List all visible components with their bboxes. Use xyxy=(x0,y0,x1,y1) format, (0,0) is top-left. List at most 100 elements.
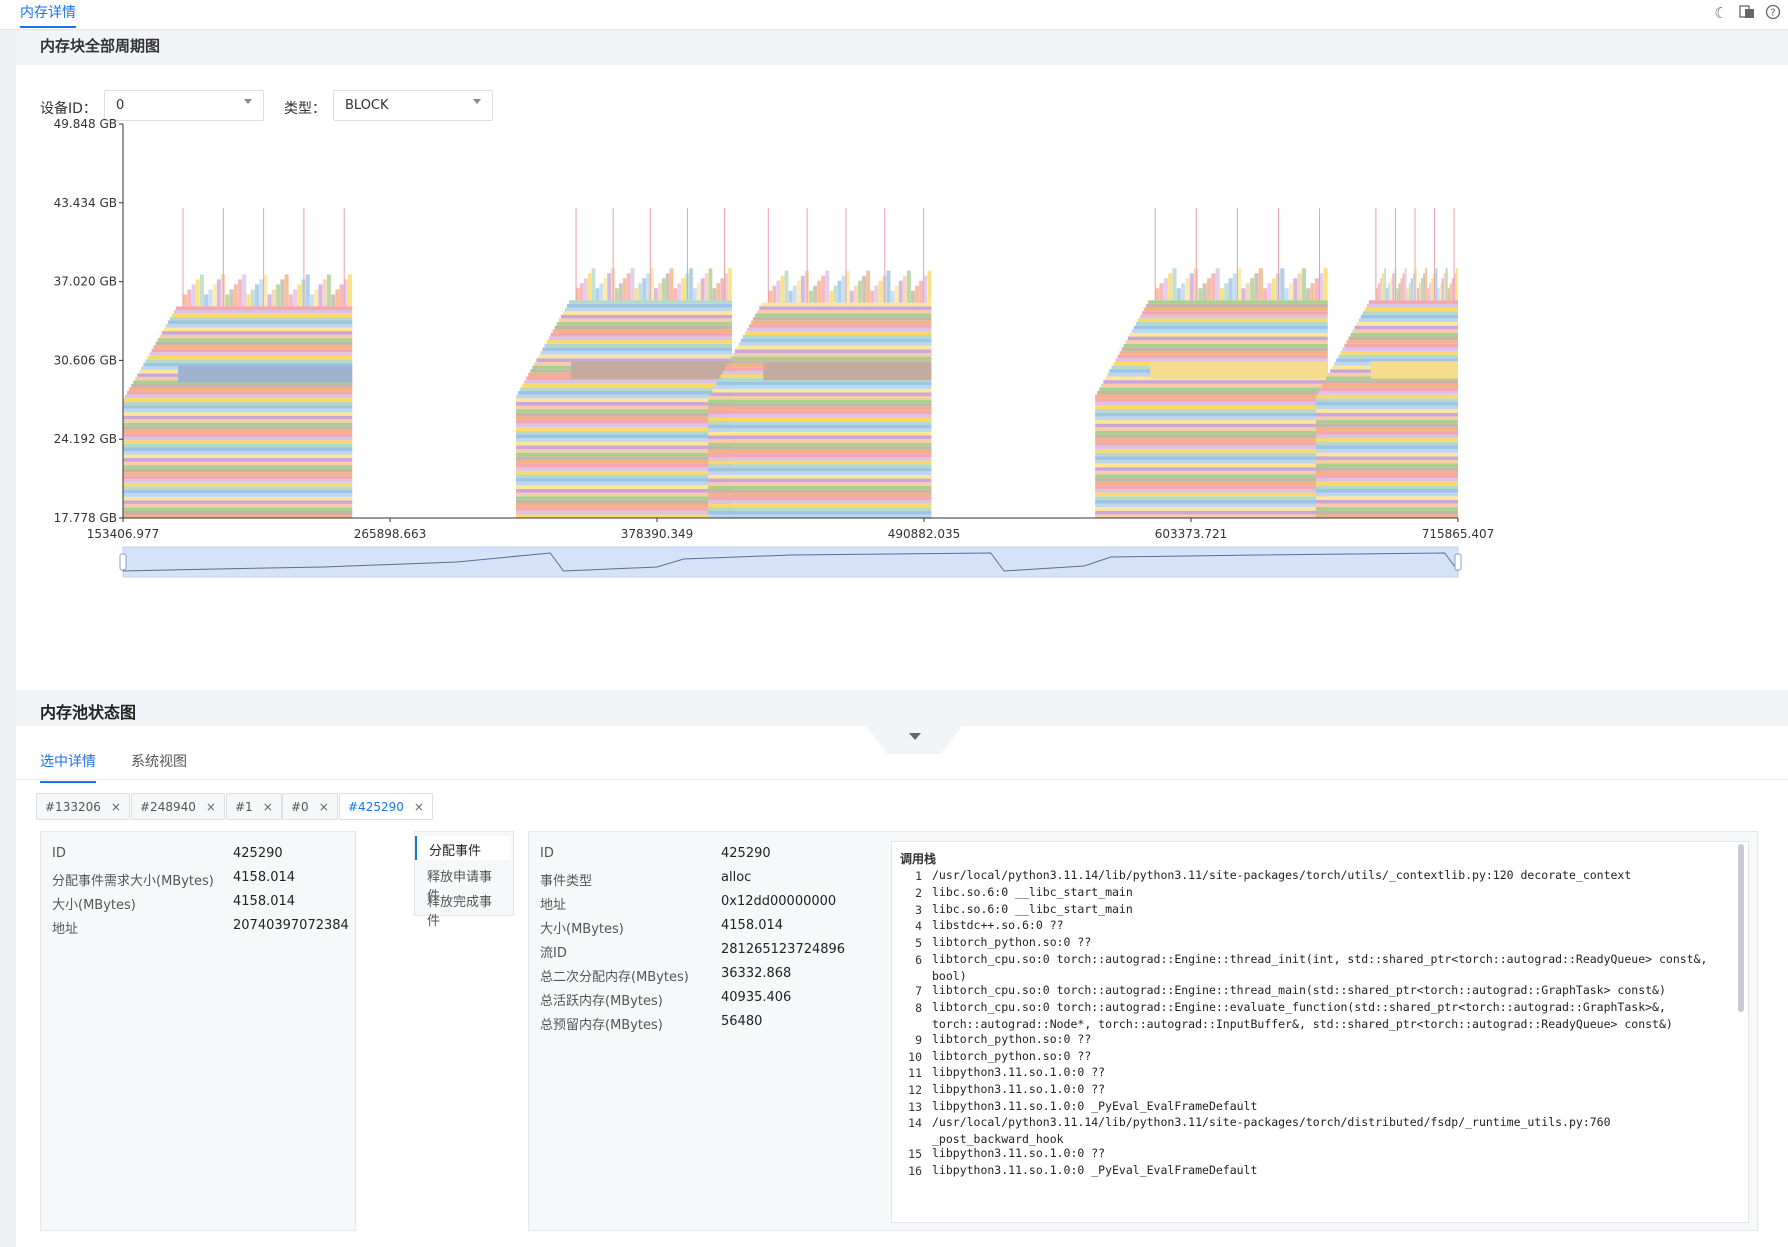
event-key: 总二次分配内存(MBytes) xyxy=(540,970,689,985)
memory-band-fringe xyxy=(579,283,584,301)
event-free-request[interactable]: 释放申请事件 xyxy=(415,862,511,904)
block-chip[interactable]: #133206 × xyxy=(36,793,130,820)
memory-band xyxy=(516,514,733,518)
tab-system-view[interactable]: 系统视图 xyxy=(131,751,187,781)
translate-icon[interactable] xyxy=(1738,4,1756,22)
memory-band-fringe xyxy=(915,285,919,303)
memory-band xyxy=(123,433,353,437)
top-bar: 内存详情 ☾ ? xyxy=(0,0,1788,30)
memory-band xyxy=(1095,434,1328,439)
memory-band-fringe xyxy=(229,289,234,307)
memory-band xyxy=(123,454,353,459)
memory-band-fringe xyxy=(809,290,813,303)
y-tick-label: 49.848 GB xyxy=(54,117,117,131)
memory-band xyxy=(123,405,353,409)
memory-band-fringe xyxy=(1206,278,1212,301)
close-icon[interactable]: × xyxy=(206,800,216,814)
memory-band xyxy=(123,486,353,490)
memory-block-highlight xyxy=(763,363,932,381)
memory-band xyxy=(516,481,733,486)
memory-band-fringe xyxy=(866,270,871,303)
memory-band-fringe xyxy=(199,274,204,307)
memory-band xyxy=(1354,325,1458,330)
memory-band-fringe xyxy=(661,278,666,301)
memory-band-fringe xyxy=(825,270,830,303)
memory-band-fringe xyxy=(1451,278,1454,301)
moon-icon[interactable]: ☾ xyxy=(1712,4,1730,22)
memory-band xyxy=(516,492,733,497)
lifecycle-chart[interactable]: 49.848 GB 43.434 GB 37.020 GB 30.606 GB 24.1… xyxy=(16,65,1788,690)
block-chip[interactable]: #1 × xyxy=(226,793,282,820)
memory-band xyxy=(518,390,733,395)
memory-band xyxy=(1315,430,1458,435)
memory-band xyxy=(548,336,733,341)
memory-band-fringe xyxy=(1284,288,1289,301)
collapse-toggle[interactable] xyxy=(866,726,962,754)
memory-band-fringe xyxy=(1280,268,1285,301)
memory-band-fringe xyxy=(314,289,319,307)
close-icon[interactable]: × xyxy=(263,800,273,814)
memory-band xyxy=(169,316,353,321)
memory-band-fringe xyxy=(1241,288,1246,301)
memory-band xyxy=(751,320,932,325)
callstack-panel[interactable]: 调用栈 1/usr/local/python3.11.14/lib/python… xyxy=(891,841,1749,1223)
x-tick-label: 378390.349 xyxy=(621,527,694,541)
callstack-line-number: 11 xyxy=(908,1066,922,1080)
block-chip-active[interactable]: #425290 × xyxy=(339,793,433,820)
close-icon[interactable]: × xyxy=(414,800,424,814)
memory-band-fringe xyxy=(665,273,670,301)
memory-band xyxy=(1366,303,1458,308)
memory-band xyxy=(1095,420,1328,424)
app-root: 内存详情 ☾ ? 内存块全部周期图 设备ID： 0 类型： BLOCK 49.8… xyxy=(0,0,1788,1247)
memory-band-fringe xyxy=(1392,273,1395,301)
event-free-complete[interactable]: 释放完成事件 xyxy=(415,887,511,929)
memory-band-fringe xyxy=(1224,283,1229,301)
close-icon[interactable]: × xyxy=(111,800,121,814)
callstack-line-number: 9 xyxy=(915,1033,922,1047)
event-key: 地址 xyxy=(540,898,567,913)
event-key: 总预留内存(MBytes) xyxy=(540,1018,663,1033)
memory-band xyxy=(516,470,733,475)
memory-band-fringe xyxy=(1185,278,1190,301)
memory-band xyxy=(123,401,353,406)
memory-band-fringe xyxy=(183,294,188,307)
memory-band-fringe xyxy=(673,288,678,301)
memory-band xyxy=(708,431,932,436)
memory-band xyxy=(1123,343,1328,348)
close-icon[interactable]: × xyxy=(319,800,329,814)
memory-band xyxy=(516,434,733,439)
memory-band-fringe xyxy=(1435,268,1438,301)
memory-band xyxy=(1097,390,1328,395)
memory-band-fringe xyxy=(309,294,314,307)
memory-band xyxy=(123,465,353,469)
pool-title: 内存池状态图 xyxy=(40,703,137,722)
memory-band xyxy=(708,424,932,429)
memory-band-fringe xyxy=(681,278,686,301)
memory-band xyxy=(1101,383,1328,388)
memory-band-fringe xyxy=(1155,288,1160,301)
memory-band xyxy=(516,420,733,424)
memory-band xyxy=(1315,456,1458,460)
memory-band xyxy=(708,421,932,425)
memory-band-fringe xyxy=(858,280,862,303)
memory-band xyxy=(1315,488,1458,493)
memory-band-fringe xyxy=(817,280,822,303)
memory-band xyxy=(1319,387,1458,391)
help-icon[interactable]: ? xyxy=(1764,4,1782,22)
memory-band-fringe xyxy=(784,270,789,303)
memory-band-fringe xyxy=(772,285,777,303)
pool-title-strip: 内存池状态图 xyxy=(16,690,1788,726)
block-chip[interactable]: #0 × xyxy=(282,793,338,820)
memory-band-fringe xyxy=(1293,278,1298,301)
chip-label: #133206 xyxy=(45,800,101,814)
memory-band-fringe xyxy=(689,268,693,301)
memory-band-fringe xyxy=(849,290,854,303)
callstack-scrollbar[interactable] xyxy=(1738,844,1744,1012)
memory-band xyxy=(1095,405,1328,410)
memory-band-fringe xyxy=(870,290,875,303)
block-chip[interactable]: #248940 × xyxy=(131,793,225,820)
event-alloc[interactable]: 分配事件 xyxy=(415,836,511,860)
memory-band-fringe xyxy=(587,273,592,301)
memory-band-fringe xyxy=(1159,283,1164,301)
tab-memory-details[interactable]: 内存详情 xyxy=(20,2,76,28)
